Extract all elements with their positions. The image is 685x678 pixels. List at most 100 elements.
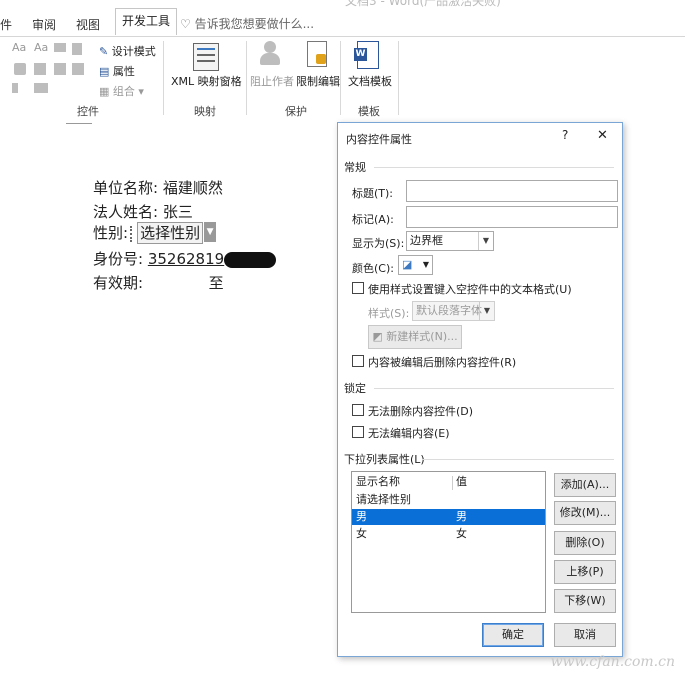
tell-me-text: 告诉我您想要做什么... bbox=[194, 17, 315, 31]
group-button[interactable]: ▦ 组合 ▾ bbox=[99, 83, 144, 99]
redaction-mark bbox=[224, 251, 277, 268]
no-delete-checkbox[interactable] bbox=[352, 404, 364, 416]
list-item-selected[interactable]: 男 男 bbox=[352, 509, 545, 525]
lightbulb-icon: ♡ bbox=[180, 17, 191, 31]
plain-text-control-icon[interactable]: Aa bbox=[34, 41, 48, 54]
picture-control-icon[interactable] bbox=[54, 43, 66, 52]
properties-icon: ▤ bbox=[99, 65, 110, 78]
section-divider bbox=[374, 388, 614, 389]
ribbon-tab-bar: 文档3 - Word(产品激活失败) 件 审阅 视图 开发工具 ♡ 告诉我您想要… bbox=[0, 0, 685, 36]
section-dropdown-list: 下拉列表属性(L) bbox=[344, 453, 425, 466]
delete-on-edit-label: 内容被编辑后删除内容控件(R) bbox=[368, 356, 517, 369]
block-authors-icon bbox=[260, 41, 282, 65]
dialog-title: 内容控件属性 bbox=[346, 133, 412, 146]
design-mode-icon: ✎ bbox=[99, 45, 109, 58]
title-label: 标题(T): bbox=[352, 187, 394, 200]
restrict-editing-icon bbox=[307, 41, 327, 67]
building-block-icon[interactable] bbox=[72, 43, 82, 55]
section-divider bbox=[374, 167, 614, 168]
paint-bucket-icon: ◪ bbox=[402, 258, 413, 271]
section-divider bbox=[422, 459, 614, 460]
show-as-label: 显示为(S): bbox=[352, 237, 405, 250]
document-template-button[interactable]: 文档模板 bbox=[348, 73, 392, 89]
delete-item-button[interactable]: 删除(O) bbox=[554, 531, 616, 555]
color-label: 颜色(C): bbox=[352, 262, 394, 275]
gender-dropdown-control[interactable]: 选择性别 bbox=[137, 222, 204, 244]
list-item[interactable]: 请选择性别 bbox=[352, 492, 545, 508]
window-title: 文档3 - Word(产品激活失败) bbox=[345, 0, 501, 8]
tab-developer[interactable]: 开发工具 bbox=[115, 8, 178, 35]
design-mode-button[interactable]: ✎ 设计模式 bbox=[99, 43, 156, 59]
move-up-button[interactable]: 上移(P) bbox=[554, 560, 616, 584]
content-control-properties-dialog: 内容控件属性 ? ✕ 常规 标题(T): 标记(A): 显示为(S): 边界框 … bbox=[337, 122, 623, 657]
doc-line-validity: 有效期: 至 bbox=[93, 274, 224, 292]
list-item[interactable]: 女 女 bbox=[352, 526, 545, 542]
ribbon-panel: Aa Aa ✎ 设计模式 ▤ 属性 ▦ 组合 ▾ 控件 XML 映射窗格 映射 … bbox=[0, 36, 685, 122]
xml-mapping-pane-button[interactable]: XML 映射窗格 bbox=[171, 73, 242, 89]
chevron-down-icon: ▼ bbox=[422, 260, 429, 269]
move-down-button[interactable]: 下移(W) bbox=[554, 589, 616, 613]
style-select[interactable]: 默认段落字体 ▼ bbox=[412, 301, 495, 321]
doc-line-company: 单位名称: 福建顺然 bbox=[93, 179, 223, 197]
group-label-protect: 保护 bbox=[285, 105, 307, 118]
chevron-down-icon[interactable]: ▼ bbox=[204, 222, 217, 242]
group-label-templates: 模板 bbox=[358, 105, 380, 118]
ribbon-divider bbox=[340, 41, 341, 115]
repeating-section-icon[interactable] bbox=[12, 83, 18, 93]
chevron-down-icon: ▼ bbox=[479, 302, 494, 320]
ribbon-divider bbox=[398, 41, 399, 115]
legacy-tools-icon[interactable] bbox=[34, 83, 48, 93]
tag-field[interactable] bbox=[406, 206, 618, 228]
show-as-select[interactable]: 边界框 ▼ bbox=[406, 231, 494, 251]
no-edit-label: 无法编辑内容(E) bbox=[368, 427, 450, 440]
no-edit-checkbox[interactable] bbox=[352, 426, 364, 438]
rich-text-control-icon[interactable]: Aa bbox=[12, 41, 26, 54]
ribbon-divider bbox=[163, 41, 164, 115]
doc-line-id: 身份号: 35262819____ bbox=[93, 248, 306, 269]
properties-button[interactable]: ▤ 属性 bbox=[99, 63, 135, 79]
style-label: 样式(S): bbox=[368, 307, 410, 320]
tab-review[interactable]: 审阅 bbox=[32, 16, 56, 33]
title-field[interactable] bbox=[406, 180, 618, 202]
new-style-button[interactable]: ◩ 新建样式(N)... bbox=[368, 325, 462, 349]
list-header: 显示名称 值 bbox=[356, 475, 467, 490]
xml-mapping-icon bbox=[193, 43, 219, 71]
cancel-button[interactable]: 取消 bbox=[554, 623, 616, 647]
delete-on-edit-checkbox[interactable] bbox=[352, 355, 364, 367]
dropdown-list-icon[interactable] bbox=[54, 63, 66, 75]
id-number: 35262819 bbox=[147, 250, 225, 268]
tab-view[interactable]: 视图 bbox=[76, 16, 100, 33]
doc-line-gender: 性别: 选择性别 ▼ bbox=[93, 222, 217, 244]
content-control-handle[interactable] bbox=[130, 225, 136, 242]
dropdown-items-list[interactable]: 显示名称 值 请选择性别 男 男 女 女 bbox=[351, 471, 546, 613]
watermark-logo: www.cfan.com.cn bbox=[550, 654, 675, 670]
checkbox-control-icon[interactable] bbox=[14, 63, 26, 75]
ok-button[interactable]: 确定 bbox=[482, 623, 544, 647]
group-label-mapping: 映射 bbox=[194, 105, 216, 118]
color-picker-button[interactable]: ◪ ▼ bbox=[398, 255, 433, 275]
date-picker-icon[interactable] bbox=[72, 63, 84, 75]
ribbon-divider bbox=[246, 41, 247, 115]
margin-marker bbox=[66, 123, 92, 124]
group-label-controls: 控件 bbox=[77, 105, 99, 118]
modify-item-button[interactable]: 修改(M)... bbox=[554, 501, 616, 525]
use-style-label: 使用样式设置键入空控件中的文本格式(U) bbox=[368, 283, 572, 296]
close-icon[interactable]: ✕ bbox=[597, 128, 608, 143]
tell-me-search[interactable]: ♡ 告诉我您想要做什么... bbox=[180, 15, 314, 32]
group-icon: ▦ bbox=[99, 85, 110, 98]
tag-label: 标记(A): bbox=[352, 213, 394, 226]
new-style-icon: ◩ bbox=[372, 330, 383, 343]
restrict-editing-button[interactable]: 限制编辑 bbox=[296, 73, 340, 89]
section-general: 常规 bbox=[344, 161, 366, 174]
help-button[interactable]: ? bbox=[562, 128, 568, 142]
chevron-down-icon: ▼ bbox=[478, 232, 493, 250]
add-item-button[interactable]: 添加(A)... bbox=[554, 473, 616, 497]
combo-box-icon[interactable] bbox=[34, 63, 46, 75]
block-authors-button[interactable]: 阻止作者 bbox=[250, 73, 294, 89]
doc-line-legal-rep: 法人姓名: 张三 bbox=[93, 203, 193, 221]
word-document-template-icon: W bbox=[354, 41, 379, 69]
tab-file[interactable]: 件 bbox=[0, 16, 12, 33]
no-delete-label: 无法删除内容控件(D) bbox=[368, 405, 474, 418]
section-locking: 锁定 bbox=[344, 382, 366, 395]
use-style-checkbox[interactable] bbox=[352, 282, 364, 294]
